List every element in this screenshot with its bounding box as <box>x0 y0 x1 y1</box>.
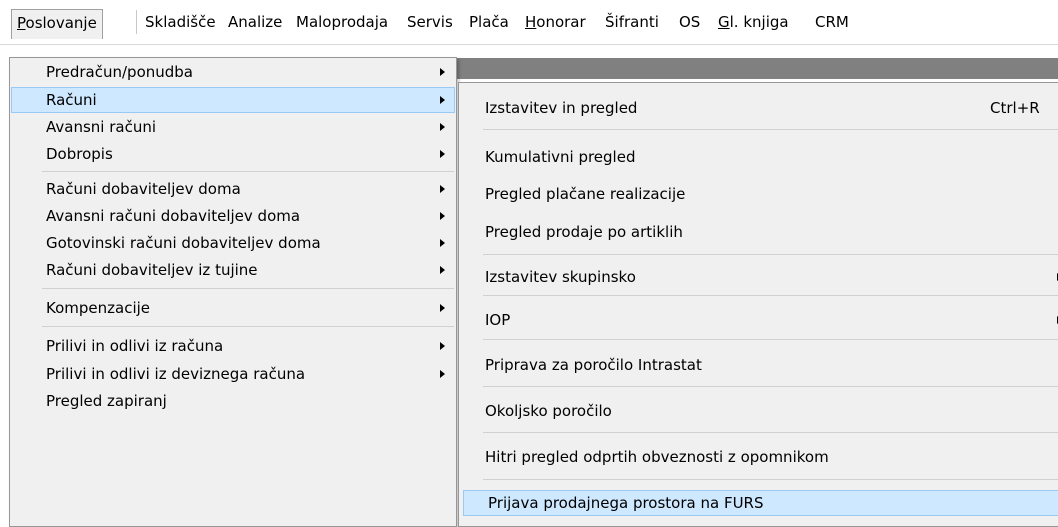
menu-separator <box>483 432 1058 433</box>
shortcut-label: Ctrl+R <box>990 99 1040 117</box>
menu-gl-knjiga-label: l. knjiga <box>729 13 789 31</box>
menu-os[interactable]: OS <box>674 9 705 37</box>
menu-poslovanje-accel: P <box>17 14 26 32</box>
menu-item-label: Kumulativni pregled <box>485 148 636 166</box>
submenu-arrow-icon <box>440 304 445 312</box>
menu-item-label: Računi dobaviteljev doma <box>46 180 241 198</box>
menu-item-racuni-dobaviteljev-doma[interactable]: Računi dobaviteljev doma <box>12 177 454 203</box>
submenu-item-iop[interactable]: IOP <box>461 308 1058 334</box>
menu-item-label: Gotovinski računi dobaviteljev doma <box>46 234 321 252</box>
menu-skladisce[interactable]: Skladišče <box>140 9 221 37</box>
submenu-item-izstavitev[interactable]: Izstavitev in pregled Ctrl+R <box>461 96 1058 122</box>
poslovanje-dropdown: Predračun/ponudba Računi Avansni računi … <box>9 57 457 527</box>
menu-servis[interactable]: Servis <box>402 9 458 37</box>
submenu-item-furs[interactable]: Prijava prodajnega prostora na FURS <box>463 490 1058 516</box>
menu-separator <box>42 326 454 327</box>
menu-item-label: Avansni računi dobaviteljev doma <box>46 207 301 225</box>
menu-item-racuni-tujina[interactable]: Računi dobaviteljev iz tujine <box>12 258 454 284</box>
menu-separator <box>483 479 1058 480</box>
menu-separator <box>483 254 1058 255</box>
menu-item-label: Prilivi in odlivi iz deviznega računa <box>46 365 306 383</box>
menu-item-label: Predračun/ponudba <box>46 63 193 81</box>
submenu-arrow-icon <box>440 266 445 274</box>
submenu-item-intrastat[interactable]: Priprava za poročilo Intrastat <box>461 353 1058 379</box>
menu-honorar-accel: H <box>525 13 537 31</box>
menu-item-pregled-zapiranj[interactable]: Pregled zapiranj <box>12 389 454 415</box>
menu-item-label: Hitri pregled odprtih obveznosti z opomn… <box>485 448 829 466</box>
menu-item-label: IOP <box>485 311 511 329</box>
submenu-item-placane-realizacije[interactable]: Pregled plačane realizacije <box>461 182 1058 208</box>
menu-separator <box>42 171 454 172</box>
menu-item-label: Pregled prodaje po artiklih <box>485 223 683 241</box>
menu-separator <box>483 295 1058 296</box>
submenu-item-kumulativni[interactable]: Kumulativni pregled <box>461 145 1058 171</box>
menu-item-label: Računi dobaviteljev iz tujine <box>46 261 258 279</box>
menu-bar: Poslovanje Skladišče Analize Maloprodaja… <box>0 0 1058 45</box>
menu-item-label: Kompenzacije <box>46 299 151 317</box>
menu-gl-knjiga[interactable]: Gl. knjiga <box>713 9 794 37</box>
menu-item-dobropis[interactable]: Dobropis <box>12 142 454 168</box>
menu-item-label: Prijava prodajnega prostora na FURS <box>488 494 764 512</box>
menu-item-label: Pregled zapiranj <box>46 392 167 410</box>
menu-item-predracun[interactable]: Predračun/ponudba <box>12 60 454 86</box>
submenu-arrow-icon <box>440 212 445 220</box>
submenu-item-prodaja-artikli[interactable]: Pregled prodaje po artiklih <box>461 220 1058 246</box>
submenu-item-hitri-pregled[interactable]: Hitri pregled odprtih obveznosti z opomn… <box>461 445 1058 471</box>
menu-item-avansni-racuni[interactable]: Avansni računi <box>12 115 454 141</box>
menu-analize[interactable]: Analize <box>223 9 287 37</box>
menu-item-avansni-racuni-dobaviteljev[interactable]: Avansni računi dobaviteljev doma <box>12 204 454 230</box>
menu-placa[interactable]: Plača <box>464 9 514 37</box>
submenu-item-skupinsko[interactable]: Izstavitev skupinsko <box>461 265 1058 291</box>
submenu-arrow-icon <box>440 185 445 193</box>
menu-item-label: Računi <box>46 91 97 109</box>
menu-item-gotovinski-racuni[interactable]: Gotovinski računi dobaviteljev doma <box>12 231 454 257</box>
menu-item-racuni[interactable]: Računi <box>11 87 455 113</box>
menu-item-label: Priprava za poročilo Intrastat <box>485 356 702 374</box>
menu-honorar[interactable]: Honorar <box>520 9 591 37</box>
submenu-arrow-icon <box>440 68 445 76</box>
submenu-item-okoljsko[interactable]: Okoljsko poročilo <box>461 399 1058 425</box>
menu-separator <box>483 129 1058 130</box>
submenu-arrow-icon <box>440 239 445 247</box>
menu-maloprodaja[interactable]: Maloprodaja <box>291 9 393 37</box>
submenu-arrow-icon <box>440 123 445 131</box>
menu-item-label: Prilivi in odlivi iz računa <box>46 337 224 355</box>
menu-sifranti[interactable]: Šifranti <box>600 9 664 37</box>
menu-item-label: Izstavitev skupinsko <box>485 268 636 286</box>
submenu-arrow-icon <box>440 150 445 158</box>
menu-item-label: Pregled plačane realizacije <box>485 185 686 203</box>
menu-poslovanje[interactable]: Poslovanje <box>11 9 103 39</box>
menu-item-label: Avansni računi <box>46 118 157 136</box>
menu-honorar-label: onorar <box>536 13 586 31</box>
menu-separator <box>42 288 454 289</box>
menu-item-prilivi-odlivi[interactable]: Prilivi in odlivi iz računa <box>12 334 454 360</box>
menu-item-kompenzacije[interactable]: Kompenzacije <box>12 296 454 322</box>
menu-item-label: Dobropis <box>46 145 113 163</box>
menu-separator <box>483 339 1058 340</box>
menu-item-prilivi-odlivi-devizni[interactable]: Prilivi in odlivi iz deviznega računa <box>12 362 454 388</box>
menu-item-label: Okoljsko poročilo <box>485 402 612 420</box>
submenu-arrow-icon <box>440 370 445 378</box>
menubar-separator <box>136 10 137 34</box>
background-strip <box>455 58 1058 79</box>
menu-poslovanje-label: oslovanje <box>25 14 97 32</box>
menu-item-label: Izstavitev in pregled <box>485 99 638 117</box>
submenu-arrow-icon <box>440 96 445 104</box>
menu-separator <box>483 386 1058 387</box>
menu-crm[interactable]: CRM <box>810 9 854 37</box>
menu-gl-knjiga-accel: G <box>718 13 730 31</box>
submenu-arrow-icon <box>440 342 445 350</box>
racuni-submenu: Izstavitev in pregled Ctrl+R Kumulativni… <box>458 82 1058 527</box>
